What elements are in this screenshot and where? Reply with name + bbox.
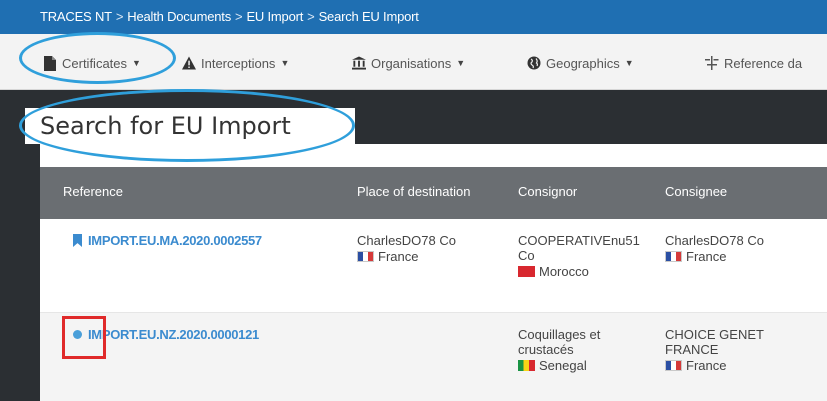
france-flag-icon [665, 360, 682, 371]
consignor-name-line2: crustacés [518, 342, 574, 357]
consignee-country: France [665, 358, 764, 373]
document-icon [43, 55, 57, 71]
left-sidebar-strip [0, 144, 40, 401]
bookmark-icon [73, 234, 82, 247]
menu-organisations-label: Organisations [371, 55, 452, 71]
menu-interceptions-label: Interceptions [201, 55, 276, 71]
chevron-down-icon: ▼ [132, 58, 141, 68]
breadcrumb-item-traces[interactable]: TRACES NT [40, 9, 112, 24]
consignee-cell: CharlesDO78 Co France [665, 233, 764, 264]
reference-number: IMPORT.EU.NZ.2020.0000121 [88, 327, 259, 342]
chevron-down-icon: ▼ [624, 58, 634, 68]
breadcrumb-item-eu-import[interactable]: EU Import [246, 9, 303, 24]
page-title: Search for EU Import [40, 112, 291, 140]
breadcrumb-separator: > [235, 9, 243, 24]
consignor-name-line1: COOPERATIVEnu51 [518, 233, 640, 248]
results-table-header: Reference Place of destination Consignor… [40, 167, 827, 219]
institution-icon [352, 55, 366, 71]
consignor-country-name: Senegal [539, 358, 587, 373]
consignor-country-name: Morocco [539, 264, 589, 279]
globe-icon [527, 55, 541, 71]
breadcrumb-item-health-documents[interactable]: Health Documents [127, 9, 231, 24]
senegal-flag-icon [518, 360, 535, 371]
chevron-down-icon: ▼ [280, 58, 290, 68]
morocco-flag-icon [518, 266, 535, 277]
dot-icon [73, 330, 82, 339]
consignee-name-line1: CHOICE GENET [665, 327, 764, 342]
reference-number: IMPORT.EU.MA.2020.0002557 [88, 233, 262, 248]
breadcrumb-separator: > [115, 9, 124, 24]
consignee-name-line2: FRANCE [665, 342, 719, 357]
breadcrumb-bar: TRACES NT > Health Documents > EU Import > Sea… [0, 0, 827, 34]
chevron-down-icon: ▼ [456, 58, 466, 68]
france-flag-icon [357, 251, 374, 262]
destination-country-name: France [378, 249, 419, 264]
reference-link[interactable]: IMPORT.EU.MA.2020.0002557 [73, 233, 262, 248]
consignee-country-name: France [686, 249, 727, 264]
destination-country: France [357, 249, 456, 264]
menu-geographics[interactable]: Geographics ▼ [527, 53, 634, 73]
reference-data-icon [705, 55, 719, 71]
consignor-name-line1: Coquillages et [518, 327, 601, 342]
consignor-country: Senegal [518, 358, 648, 373]
menu-certificates-label: Certificates [62, 55, 128, 71]
consignee-cell: CHOICE GENET FRANCE France [665, 327, 764, 373]
menu-certificates[interactable]: Certificates ▼ [43, 53, 141, 73]
reference-link[interactable]: IMPORT.EU.NZ.2020.0000121 [73, 327, 259, 342]
menu-reference-data-label: Reference da [724, 55, 803, 71]
warning-icon [182, 55, 196, 71]
consignor-name-line2: Co [518, 248, 535, 263]
consignee-country-name: France [686, 358, 727, 373]
column-header-place-of-destination[interactable]: Place of destination [357, 184, 470, 199]
column-header-consignee[interactable]: Consignee [665, 184, 727, 199]
consignee-name: CharlesDO78 Co [665, 233, 764, 248]
column-header-consignor[interactable]: Consignor [518, 184, 577, 199]
menu-reference-data[interactable]: Reference da [705, 53, 802, 73]
consignor-cell: COOPERATIVEnu51 Co Morocco [518, 233, 648, 279]
menu-interceptions[interactable]: Interceptions ▼ [182, 53, 289, 73]
consignor-cell: Coquillages et crustacés Senegal [518, 327, 648, 373]
main-menu-bar: Certificates ▼ Interceptions ▼ Organisat… [0, 34, 827, 90]
breadcrumb: TRACES NT > Health Documents > EU Import > Sea… [40, 9, 419, 24]
france-flag-icon [665, 251, 682, 262]
breadcrumb-item-search-eu-import: Search EU Import [318, 9, 419, 24]
column-header-reference[interactable]: Reference [63, 184, 123, 199]
menu-organisations[interactable]: Organisations ▼ [352, 53, 465, 73]
consignee-country: France [665, 249, 764, 264]
breadcrumb-separator: > [307, 9, 315, 24]
place-of-destination-cell: CharlesDO78 Co France [357, 233, 456, 264]
consignor-country: Morocco [518, 264, 648, 279]
table-row[interactable]: IMPORT.EU.NZ.2020.0000121 Coquillages et… [40, 312, 827, 401]
destination-name: CharlesDO78 Co [357, 233, 456, 248]
table-row[interactable]: IMPORT.EU.MA.2020.0002557 CharlesDO78 Co… [40, 219, 827, 312]
menu-geographics-label: Geographics [546, 55, 620, 71]
